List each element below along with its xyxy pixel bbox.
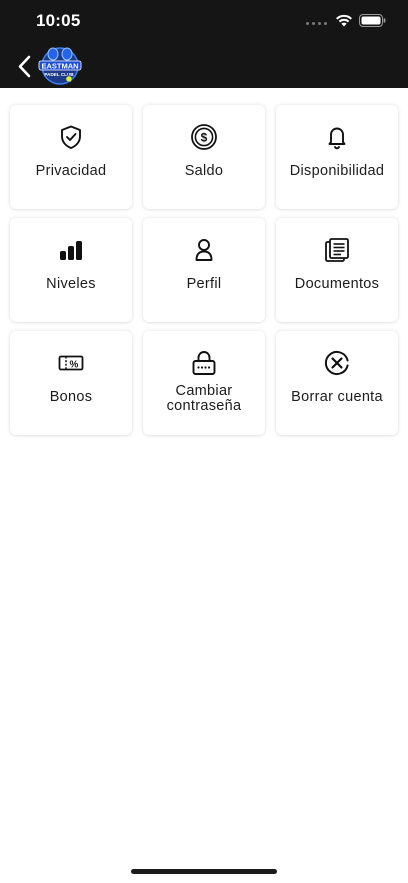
tile-privacidad[interactable]: Privacidad	[10, 105, 132, 209]
tile-label: Bonos	[49, 389, 93, 405]
delete-account-icon	[323, 349, 351, 377]
tile-label: Niveles	[46, 276, 96, 292]
chevron-left-icon	[18, 55, 31, 78]
tile-label: Documentos	[294, 276, 380, 292]
svg-text:%: %	[70, 359, 79, 370]
tile-niveles[interactable]: Niveles	[10, 218, 132, 322]
cellular-signal-icon	[306, 17, 327, 25]
status-icons	[306, 14, 386, 27]
tile-perfil[interactable]: Perfil	[143, 218, 265, 322]
user-icon	[190, 236, 218, 264]
voucher-icon: %	[57, 349, 85, 377]
tile-label: Disponibilidad	[289, 163, 385, 179]
status-bar: 10:05	[0, 0, 408, 44]
tile-saldo[interactable]: $ Saldo	[143, 105, 265, 209]
tile-label: Cambiar contraseña	[166, 383, 242, 414]
tile-documentos[interactable]: Documentos	[276, 218, 398, 322]
tile-cambiar-contrasena[interactable]: Cambiar contraseña	[143, 331, 265, 435]
wifi-icon	[336, 14, 352, 27]
lock-password-icon	[190, 349, 218, 377]
club-logo: EASTMAN PADEL CLUB	[38, 45, 82, 87]
settings-grid: Privacidad $ Saldo Disponibilidad Nivele…	[10, 105, 398, 435]
home-indicator[interactable]	[131, 869, 277, 874]
tile-label: Perfil	[186, 276, 222, 292]
tile-bonos[interactable]: % Bonos	[10, 331, 132, 435]
tile-borrar-cuenta[interactable]: Borrar cuenta	[276, 331, 398, 435]
logo-text-line1: EASTMAN	[41, 62, 78, 71]
tile-label: Privacidad	[35, 163, 107, 179]
bar-levels-icon	[57, 236, 85, 264]
tile-label: Saldo	[184, 163, 224, 179]
status-time: 10:05	[36, 11, 81, 30]
shield-check-icon	[57, 123, 85, 151]
dollar-coin-icon: $	[190, 123, 218, 151]
bell-icon	[323, 123, 351, 151]
tile-disponibilidad[interactable]: Disponibilidad	[276, 105, 398, 209]
tile-label: Borrar cuenta	[291, 389, 383, 405]
svg-text:$: $	[201, 130, 208, 144]
back-button[interactable]	[12, 50, 40, 82]
documents-icon	[323, 236, 351, 264]
navigation-bar: EASTMAN PADEL CLUB	[0, 44, 408, 88]
battery-icon	[359, 14, 386, 27]
